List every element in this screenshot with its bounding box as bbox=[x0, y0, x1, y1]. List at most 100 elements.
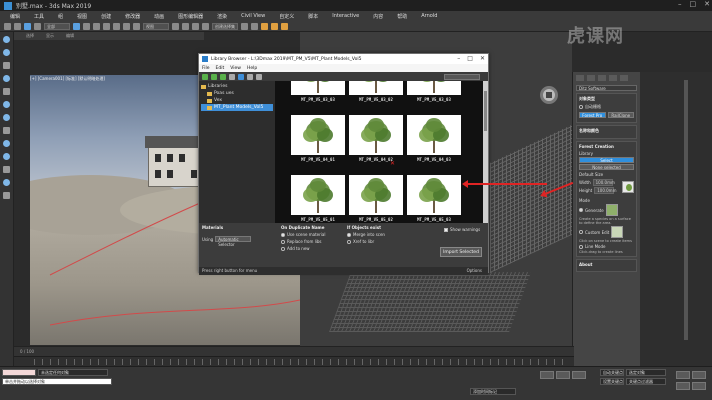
model-thumbnail[interactable]: MT_PM_V5_03_03 bbox=[407, 81, 461, 102]
space-warp-icon[interactable] bbox=[3, 179, 10, 186]
redo-icon[interactable] bbox=[14, 22, 21, 30]
panel-scrollbar[interactable] bbox=[684, 80, 688, 340]
go-to-end-icon[interactable] bbox=[572, 371, 586, 379]
utilities-icon[interactable] bbox=[3, 101, 10, 108]
menu-edit[interactable]: Edit bbox=[216, 66, 225, 71]
dup-option-row[interactable]: Add to new bbox=[281, 246, 325, 251]
menu-item[interactable]: 创建 bbox=[101, 13, 111, 20]
maximize-button[interactable]: □ bbox=[690, 0, 697, 8]
dup-replace-radio[interactable] bbox=[281, 239, 285, 244]
align-icon[interactable] bbox=[251, 22, 258, 30]
railclone-button[interactable]: RailClone bbox=[607, 112, 634, 118]
model-thumbnail[interactable]: MT_PM_V5_05_01 bbox=[291, 175, 345, 222]
library-tree-node[interactable]: Poas ues bbox=[201, 90, 273, 97]
category-dropdown[interactable]: Ditz Software bbox=[576, 85, 637, 91]
library-close-button[interactable]: ✕ bbox=[480, 55, 485, 62]
tab-edit[interactable]: 编辑 bbox=[66, 33, 74, 39]
library-search-input[interactable] bbox=[444, 73, 480, 80]
refresh-icon[interactable] bbox=[220, 73, 226, 80]
menu-item[interactable]: 工具 bbox=[34, 13, 44, 20]
line-mode-radio[interactable] bbox=[579, 244, 583, 249]
material-editor-icon[interactable] bbox=[261, 22, 268, 30]
library-maximize-button[interactable]: □ bbox=[467, 55, 473, 62]
menu-item[interactable]: 内容 bbox=[373, 13, 383, 20]
library-scrollbar[interactable] bbox=[483, 81, 488, 223]
settings-icon[interactable] bbox=[229, 73, 235, 80]
show-warnings-checkbox[interactable] bbox=[444, 227, 448, 232]
system-icon[interactable] bbox=[3, 192, 10, 199]
library-minimize-button[interactable]: – bbox=[457, 55, 460, 62]
menu-item[interactable]: Interactive bbox=[332, 13, 359, 19]
select-object-icon[interactable] bbox=[73, 22, 80, 30]
display-icon[interactable] bbox=[3, 88, 10, 95]
display-tab-icon[interactable] bbox=[620, 75, 628, 81]
scale-icon[interactable] bbox=[133, 22, 140, 30]
play-icon[interactable] bbox=[202, 73, 208, 80]
add-library-icon[interactable] bbox=[211, 73, 217, 80]
viewcube-icon[interactable] bbox=[540, 86, 558, 104]
tab-select[interactable]: 选择 bbox=[26, 33, 34, 39]
menu-item[interactable]: Arnold bbox=[421, 13, 437, 19]
selection-filter-dropdown[interactable]: 选定对象 bbox=[626, 369, 666, 376]
rect-select-icon[interactable] bbox=[93, 22, 100, 30]
move-icon[interactable] bbox=[113, 22, 120, 30]
menu-item[interactable]: 图形编辑器 bbox=[178, 13, 203, 20]
model-thumbnail[interactable]: MT_PM_V5_04_02 bbox=[349, 115, 403, 162]
filter-icon[interactable] bbox=[3, 114, 10, 121]
menu-item[interactable]: 渲染 bbox=[217, 13, 227, 20]
minimize-button[interactable]: – bbox=[678, 0, 682, 8]
menu-item[interactable]: 动画 bbox=[154, 13, 164, 20]
library-scroll-thumb[interactable] bbox=[484, 91, 487, 131]
menu-item[interactable]: 自定义 bbox=[279, 13, 294, 20]
zoom-icon[interactable] bbox=[676, 371, 690, 379]
show-warnings-row[interactable]: Show warnings bbox=[444, 227, 480, 232]
angle-snap-icon[interactable] bbox=[192, 22, 199, 30]
snap-icon[interactable] bbox=[182, 22, 189, 30]
play-icon[interactable] bbox=[556, 371, 570, 379]
unlink-icon[interactable] bbox=[34, 22, 41, 30]
menu-help[interactable]: Help bbox=[247, 66, 257, 71]
track-bar[interactable] bbox=[14, 356, 574, 366]
motion-tab-icon[interactable] bbox=[609, 75, 617, 81]
link-icon[interactable] bbox=[24, 22, 31, 30]
menu-item[interactable]: 脚本 bbox=[308, 13, 318, 20]
menu-view[interactable]: View bbox=[230, 66, 241, 71]
forest-creation-title[interactable]: Forest Creation bbox=[579, 144, 634, 149]
light-icon[interactable] bbox=[3, 140, 10, 147]
maximize-viewport-icon[interactable] bbox=[692, 382, 706, 390]
menu-item[interactable]: 组 bbox=[58, 13, 63, 20]
menu-item[interactable]: Civil View bbox=[241, 13, 265, 19]
mirror-icon[interactable] bbox=[241, 22, 248, 30]
object-type-title[interactable]: 对象类型 bbox=[579, 96, 634, 102]
library-select-button[interactable]: Select bbox=[579, 157, 634, 163]
select-by-name-icon[interactable] bbox=[83, 22, 90, 30]
pan-icon[interactable] bbox=[692, 371, 706, 379]
time-slider[interactable]: 0 / 100 bbox=[14, 346, 574, 356]
height-field[interactable]: 100.0mm bbox=[594, 187, 616, 194]
autokey-button[interactable]: 自动关键点 bbox=[600, 369, 624, 376]
camera-icon[interactable] bbox=[3, 153, 10, 160]
close-button[interactable]: ✕ bbox=[704, 0, 710, 8]
menu-item[interactable]: 编辑 bbox=[10, 13, 20, 20]
menu-file[interactable]: File bbox=[202, 66, 210, 71]
viewport-label[interactable]: [+] [Camera001] [标准] [默认明暗处理] bbox=[30, 76, 105, 82]
list-view-icon[interactable] bbox=[247, 73, 253, 80]
library-tree-node[interactable]: Vex bbox=[201, 97, 273, 104]
model-thumbnail[interactable]: MT_PM_V5_04_01 bbox=[291, 115, 345, 162]
reference-coord-dropdown[interactable]: 视图 bbox=[143, 22, 169, 30]
window-crossing-icon[interactable] bbox=[103, 22, 110, 30]
create-icon[interactable] bbox=[3, 36, 10, 43]
library-tree-node[interactable]: Libraries bbox=[201, 83, 273, 90]
obj-merge-radio[interactable] bbox=[347, 232, 351, 237]
create-tab-icon[interactable] bbox=[576, 75, 584, 81]
import-selected-button[interactable]: Import Selected bbox=[440, 247, 482, 257]
setkey-button[interactable]: 设置关键点 bbox=[600, 378, 624, 385]
modify-icon[interactable] bbox=[3, 49, 10, 56]
key-filters-button[interactable]: 关键点过滤器 bbox=[626, 378, 666, 385]
undo-icon[interactable] bbox=[4, 22, 11, 30]
render-setup-icon[interactable] bbox=[271, 22, 278, 30]
pivot-icon[interactable] bbox=[172, 22, 179, 30]
hierarchy-icon[interactable] bbox=[3, 62, 10, 69]
options-button[interactable]: Options bbox=[467, 267, 482, 275]
dup-add-new-radio[interactable] bbox=[281, 246, 285, 251]
